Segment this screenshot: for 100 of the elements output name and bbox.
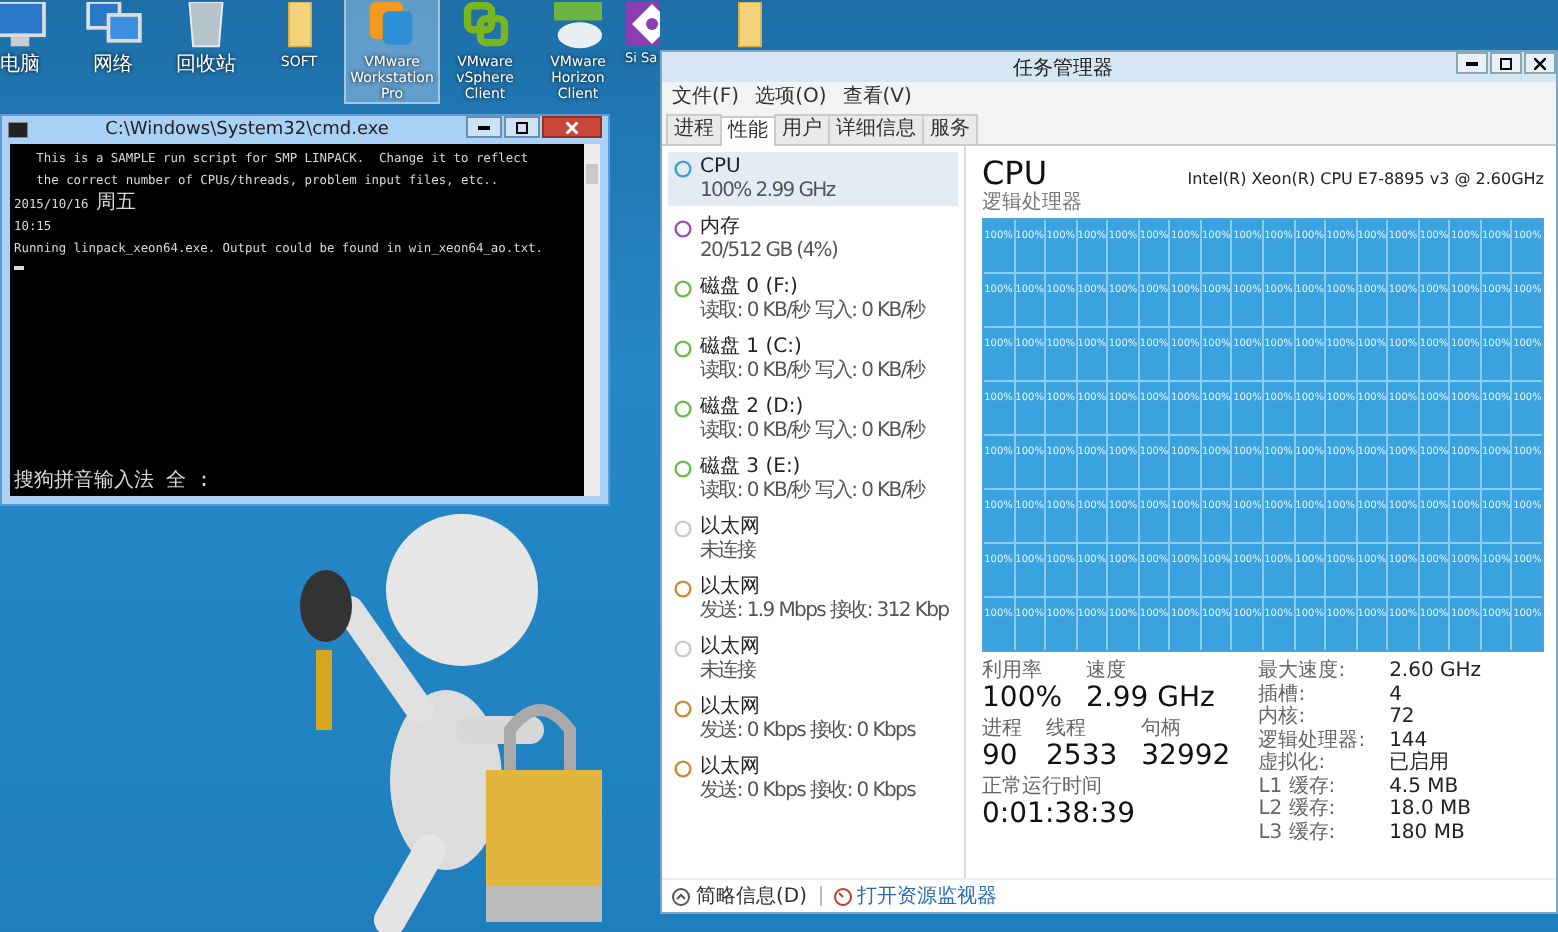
resource-name: 磁盘 0 (F:) <box>700 276 800 299</box>
stat-value: 100% <box>982 682 1063 716</box>
resource-item[interactable]: 磁盘 0 (F:) 读取: 0 KB/秒 写入: 0 KB/秒 <box>668 272 958 326</box>
stat-label: 进程 <box>982 718 1022 740</box>
spec-label: L1 缓存: <box>1258 775 1338 797</box>
stat-value: 0:01:38:39 <box>982 798 1136 832</box>
spec-value: 4.5 MB <box>1389 775 1461 798</box>
resource-detail: 读取: 0 KB/秒 写入: 0 KB/秒 <box>700 480 925 502</box>
minimize-icon <box>478 125 490 129</box>
shortcut-label: 网络 <box>93 54 133 76</box>
spec-label: 虚拟化: <box>1258 752 1328 775</box>
stat-label: 正常运行时间 <box>982 776 1104 798</box>
menu-item[interactable]: 查看(V) <box>842 84 912 110</box>
stat-label: 利用率 <box>982 660 1044 682</box>
resource-detail: 发送: 0 Kbps 接收: 0 Kbps <box>700 720 915 742</box>
spec-value: 4 <box>1389 683 1404 706</box>
resource-item[interactable]: 以太网 发送: 1.9 Mbps 接收: 312 Kbp <box>668 572 958 626</box>
resource-detail: 20/512 GB (4%) <box>700 240 838 262</box>
shortcut-label: 回收站 <box>176 54 236 76</box>
resource-monitor-link[interactable]: 打开资源监视器 <box>833 882 998 910</box>
shortcut-label: 电脑 <box>0 54 40 76</box>
menu-item[interactable]: 选项(O) <box>755 84 827 110</box>
spec-label: 插槽: <box>1258 683 1308 705</box>
tab[interactable]: 详细信息 <box>828 114 924 144</box>
stat-label: 线程 <box>1046 718 1088 740</box>
minimize-icon <box>1466 61 1478 65</box>
panel-heading: CPU <box>982 154 1048 192</box>
stat-value: 2.99 GHz <box>1086 682 1215 716</box>
scrollbar[interactable] <box>584 144 600 496</box>
gauge-icon <box>833 887 852 905</box>
stat-value: 32992 <box>1141 740 1231 774</box>
close-icon <box>566 121 578 133</box>
resource-name: 以太网 <box>700 756 762 780</box>
resource-detail: 读取: 0 KB/秒 写入: 0 KB/秒 <box>700 360 925 382</box>
tab[interactable]: 用户 <box>774 114 830 144</box>
menu-item[interactable]: 文件(F) <box>672 84 740 110</box>
resource-name: 内存 <box>700 216 742 240</box>
window-title: C:\Windows\System32\cmd.exe <box>103 120 391 140</box>
spec-label: L2 缓存: <box>1258 798 1338 821</box>
spec-label: L3 缓存: <box>1258 821 1338 844</box>
resource-item[interactable]: 内存 20/512 GB (4%) <box>668 212 958 266</box>
tab[interactable]: 进程 <box>666 114 722 144</box>
stat-label: 速度 <box>1086 660 1129 682</box>
resource-detail: 发送: 0 Kbps 接收: 0 Kbps <box>700 780 915 802</box>
resource-name: 以太网 <box>700 696 762 720</box>
resource-detail: 未连接 <box>700 540 759 562</box>
minimize-button[interactable] <box>1456 52 1488 74</box>
stat-value: 90 <box>982 740 1020 774</box>
resource-detail: 发送: 1.9 Mbps 接收: 312 Kbp <box>700 600 949 622</box>
maximize-button[interactable] <box>504 116 540 138</box>
tab[interactable]: 性能 <box>720 116 776 146</box>
resource-detail: 读取: 0 KB/秒 写入: 0 KB/秒 <box>700 300 925 322</box>
resource-item[interactable]: 磁盘 2 (D:) 读取: 0 KB/秒 写入: 0 KB/秒 <box>668 392 958 446</box>
fewer-details-link[interactable]: 简略信息(D) <box>672 882 808 910</box>
desktop-shortcut[interactable]: 网络 <box>67 0 159 76</box>
desktop-shortcut[interactable]: 回收站 <box>160 0 252 76</box>
resource-name: CPU <box>700 156 743 180</box>
maximize-icon <box>516 121 528 133</box>
resource-item[interactable]: CPU 100% 2.99 GHz <box>668 152 958 206</box>
resource-item[interactable]: 以太网 未连接 <box>668 512 958 566</box>
console-icon <box>8 122 28 138</box>
graph-caption: 逻辑处理器 <box>982 192 1082 216</box>
minimize-button[interactable] <box>466 116 502 138</box>
resource-name: 磁盘 1 (C:) <box>700 336 804 359</box>
resource-name: 磁盘 2 (D:) <box>700 396 806 419</box>
spec-value: 已启用 <box>1389 752 1452 775</box>
input-method-status: 搜狗拼音输入法 全 : <box>14 470 213 494</box>
spec-value: 2.60 GHz <box>1389 660 1482 683</box>
resource-detail: 100% 2.99 GHz <box>700 180 835 202</box>
spec-value: 180 MB <box>1389 821 1467 844</box>
resource-item[interactable]: 以太网 未连接 <box>668 632 958 686</box>
desktop-shortcut[interactable]: 电脑 <box>0 0 66 76</box>
close-button[interactable] <box>1524 52 1556 74</box>
resource-item[interactable]: 以太网 发送: 0 Kbps 接收: 0 Kbps <box>668 692 958 746</box>
spec-label: 最大速度: <box>1258 660 1348 683</box>
close-button[interactable] <box>542 116 602 138</box>
cpu-model: Intel(R) Xeon(R) CPU E7-8895 v3 @ 2.60GHz <box>1187 170 1544 188</box>
spec-label: 内核: <box>1258 706 1308 729</box>
resource-name: 以太网 <box>700 576 762 600</box>
monitor-icon <box>0 2 50 50</box>
stat-value: 2533 <box>1046 740 1118 774</box>
maximize-icon <box>1500 57 1512 69</box>
stat-label: 句柄 <box>1141 718 1184 740</box>
diamond-info-icon <box>625 2 659 46</box>
spec-value: 72 <box>1389 706 1417 729</box>
resource-item[interactable]: 磁盘 1 (C:) 读取: 0 KB/秒 写入: 0 KB/秒 <box>668 332 958 386</box>
cloud-grid-icon <box>548 2 608 50</box>
spec-value: 18.0 MB <box>1389 798 1473 821</box>
text-cursor <box>14 266 24 270</box>
resource-item[interactable]: 以太网 发送: 0 Kbps 接收: 0 Kbps <box>668 752 958 806</box>
resource-detail: 未连接 <box>700 660 759 682</box>
maximize-button[interactable] <box>1490 52 1522 74</box>
tab[interactable]: 服务 <box>922 114 978 144</box>
resource-detail: 读取: 0 KB/秒 写入: 0 KB/秒 <box>700 420 925 442</box>
resource-name: 以太网 <box>700 636 760 659</box>
resource-name: 磁盘 3 (E:) <box>700 456 803 479</box>
spec-label: 逻辑处理器: <box>1258 729 1366 751</box>
resource-item[interactable]: 磁盘 3 (E:) 读取: 0 KB/秒 写入: 0 KB/秒 <box>668 452 958 506</box>
chevron-up-icon <box>672 887 690 905</box>
spec-value: 144 <box>1389 729 1430 751</box>
